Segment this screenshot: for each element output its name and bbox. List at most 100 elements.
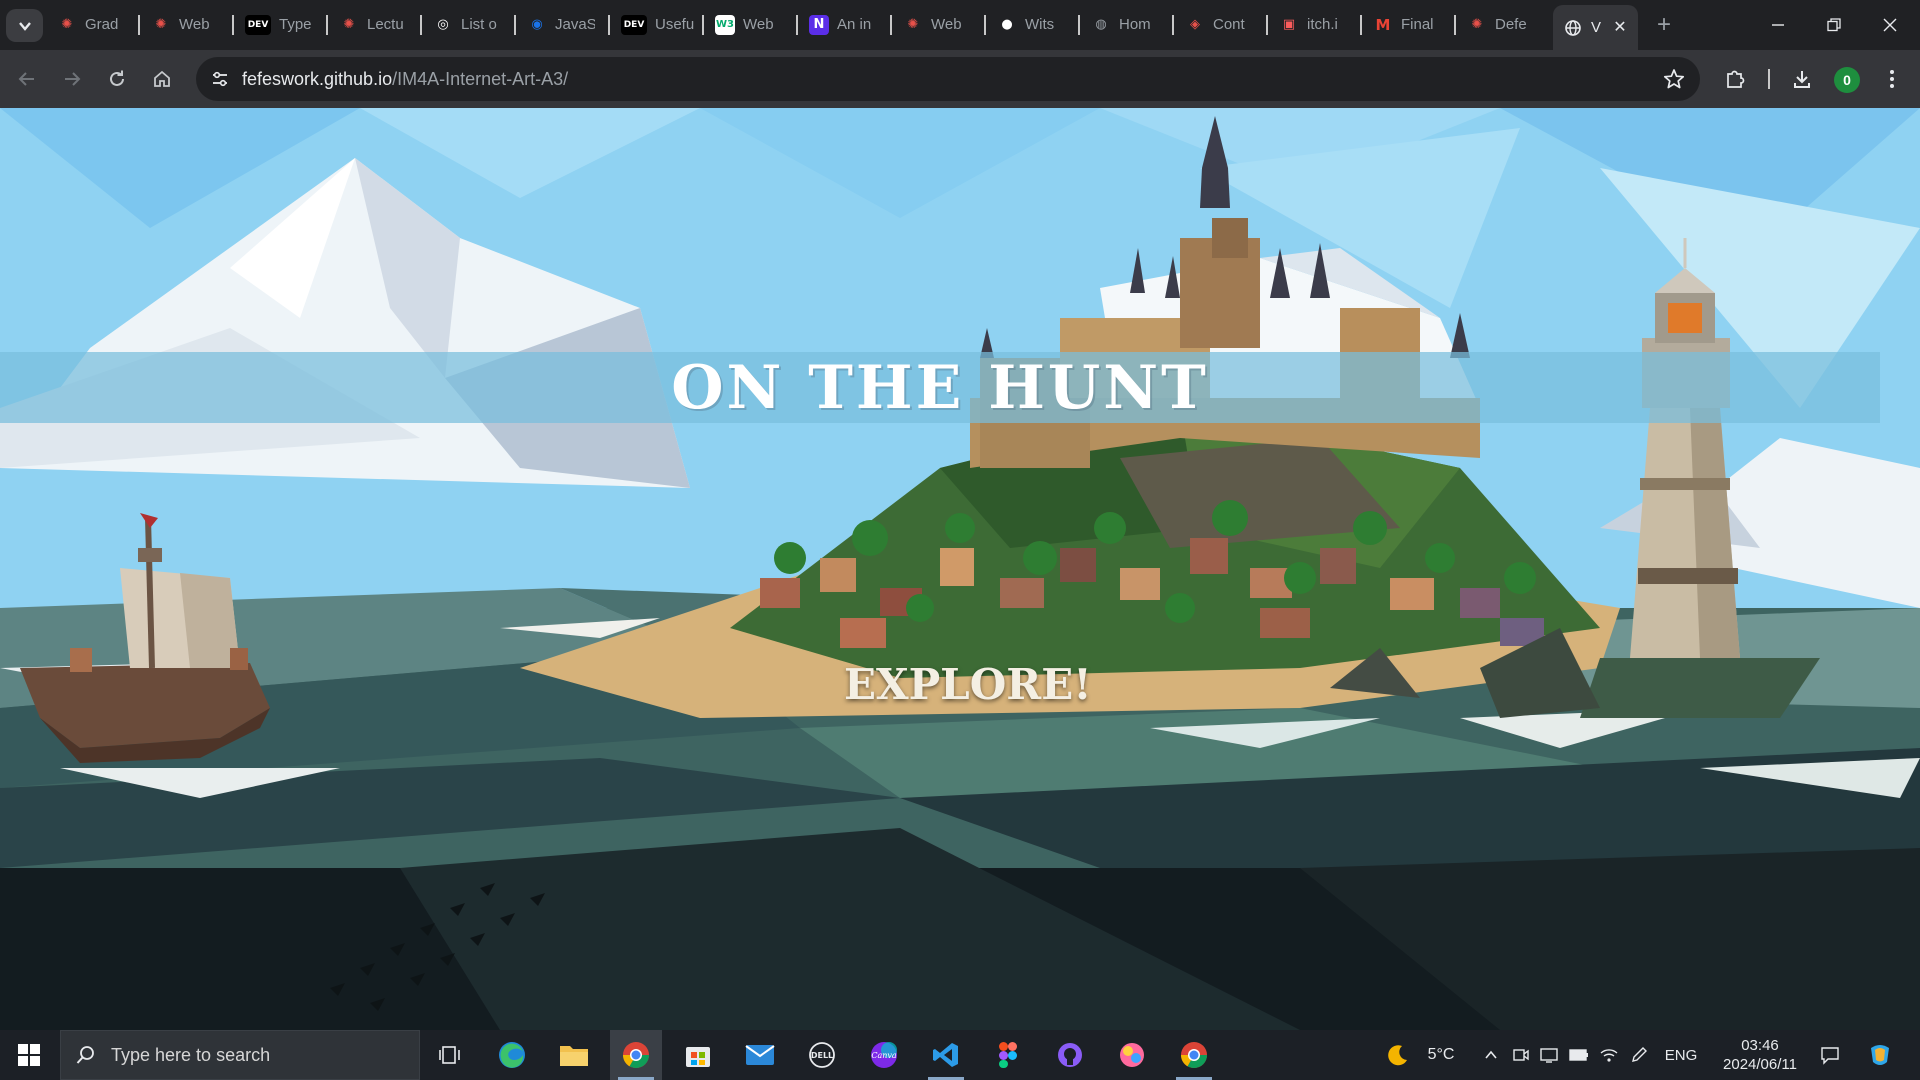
menu-button[interactable] xyxy=(1875,62,1909,96)
tab-title: Defe xyxy=(1495,16,1527,33)
tab-item[interactable]: ◈ Cont xyxy=(1175,6,1265,43)
figma-icon[interactable] xyxy=(982,1030,1034,1080)
extensions-button[interactable] xyxy=(1718,62,1752,96)
bookmark-star-icon[interactable] xyxy=(1662,67,1686,91)
tab-title: Web xyxy=(743,16,774,33)
battery-icon[interactable] xyxy=(1566,1030,1592,1080)
tab-item[interactable]: ✺ Web xyxy=(141,6,231,43)
tab-separator xyxy=(796,15,798,35)
mail-icon[interactable] xyxy=(734,1030,786,1080)
tab-separator xyxy=(608,15,610,35)
svg-text:DELL: DELL xyxy=(811,1051,833,1060)
url-text: fefeswork.github.io/IM4A-Internet-Art-A3… xyxy=(242,69,568,90)
start-button[interactable] xyxy=(0,1030,58,1080)
tab-search-button[interactable] xyxy=(6,9,43,42)
tab-item[interactable]: DEV Usefu xyxy=(611,6,701,43)
tab-title: itch.i xyxy=(1307,16,1338,33)
restore-icon xyxy=(1827,18,1841,32)
svg-text:Canva: Canva xyxy=(871,1051,897,1060)
tab-item[interactable]: ✺ Defe xyxy=(1457,6,1547,43)
tab-item[interactable]: DEV Type xyxy=(235,6,325,43)
tab-active[interactable]: V ✕ xyxy=(1553,5,1638,50)
language-indicator[interactable]: ENG xyxy=(1658,1030,1704,1080)
site-info-icon[interactable] xyxy=(208,67,232,91)
chatgpt-icon: ◎ xyxy=(437,17,449,32)
tab-title: Web xyxy=(179,16,210,33)
back-button[interactable] xyxy=(10,62,44,96)
reload-button[interactable] xyxy=(100,62,134,96)
task-view-icon[interactable] xyxy=(424,1030,476,1080)
tab-title: Type xyxy=(279,16,312,33)
close-icon[interactable]: ✕ xyxy=(1610,17,1630,37)
tab-separator xyxy=(702,15,704,35)
globe-icon: ◍ xyxy=(1095,17,1107,32)
file-explorer-icon[interactable] xyxy=(548,1030,600,1080)
canva-icon[interactable]: Canva xyxy=(858,1030,910,1080)
tab-item[interactable]: ◎ List o xyxy=(423,6,513,43)
tab-item[interactable]: ✺ Lectu xyxy=(329,6,419,43)
weather-moon-icon[interactable] xyxy=(1380,1030,1416,1080)
restore-button[interactable] xyxy=(1806,0,1862,50)
minimize-button[interactable] xyxy=(1750,0,1806,50)
asterisk-red-icon: ✺ xyxy=(155,17,167,32)
taskbar-search-box[interactable]: Type here to search xyxy=(60,1030,420,1080)
dell-icon[interactable]: DELL xyxy=(796,1030,848,1080)
home-button[interactable] xyxy=(145,62,179,96)
taskbar-clock[interactable]: 03:46 2024/06/11 xyxy=(1714,1036,1806,1074)
tab-item[interactable]: ✺ Web xyxy=(893,6,983,43)
arrow-right-icon xyxy=(65,72,81,86)
search-placeholder: Type here to search xyxy=(111,1044,271,1065)
minimize-icon xyxy=(1772,24,1784,26)
forward-button[interactable] xyxy=(55,62,89,96)
profile-avatar[interactable]: 0 xyxy=(1834,67,1860,93)
downloads-button[interactable] xyxy=(1785,62,1819,96)
store-icon[interactable] xyxy=(672,1030,724,1080)
copilot-icon[interactable] xyxy=(1860,1030,1900,1080)
pen-icon[interactable] xyxy=(1626,1030,1652,1080)
notifications-icon[interactable] xyxy=(1812,1030,1848,1080)
tab-separator xyxy=(890,15,892,35)
chrome-icon[interactable] xyxy=(610,1030,662,1080)
w3schools-icon: W3 xyxy=(715,14,735,35)
tab-item[interactable]: ◉ JavaS xyxy=(517,6,607,43)
weather-temp[interactable]: 5°C xyxy=(1416,1030,1466,1080)
explore-link[interactable]: EXPLORE! xyxy=(844,660,1092,709)
tab-item[interactable]: ▣ itch.i xyxy=(1269,6,1359,43)
tab-separator xyxy=(1078,15,1080,35)
github-desktop-icon[interactable] xyxy=(1044,1030,1096,1080)
paint-icon[interactable] xyxy=(1106,1030,1158,1080)
title-banner: ON THE HUNT xyxy=(0,352,1880,423)
display-icon[interactable] xyxy=(1536,1030,1562,1080)
tab-item[interactable]: ◍ Hom xyxy=(1081,6,1171,43)
meet-now-icon[interactable] xyxy=(1508,1030,1534,1080)
tab-title: Grad xyxy=(85,16,119,33)
close-window-button[interactable] xyxy=(1862,0,1918,50)
puzzle-icon xyxy=(1727,70,1745,88)
tab-item[interactable]: ✺ Grad xyxy=(47,6,137,43)
browser-toolbar: fefeswork.github.io/IM4A-Internet-Art-A3… xyxy=(0,50,1920,108)
tab-separator xyxy=(1360,15,1362,35)
vscode-icon[interactable] xyxy=(920,1030,972,1080)
screen: ✺ Grad ✺ Web DEV Type ✺ Lectu ◎ List o ◉ JavaS DEV Us… xyxy=(0,0,1920,1080)
edge-icon[interactable] xyxy=(486,1030,538,1080)
url-host: fefeswork.github.io xyxy=(242,69,393,89)
chevron-up-icon[interactable] xyxy=(1478,1030,1504,1080)
tab-title: Cont xyxy=(1213,16,1245,33)
tab-item[interactable]: M Final xyxy=(1363,6,1453,43)
tab-title: List o xyxy=(461,16,497,33)
tab-item[interactable]: W3 Web xyxy=(705,6,795,43)
toolbar-divider xyxy=(1768,69,1770,89)
dev-icon: DEV xyxy=(621,14,647,35)
page-title: ON THE HUNT xyxy=(671,352,1209,423)
home-icon xyxy=(154,70,170,87)
tab-item[interactable]: ● Wits xyxy=(987,6,1077,43)
wifi-icon[interactable] xyxy=(1596,1030,1622,1080)
chrome-icon[interactable] xyxy=(1168,1030,1220,1080)
address-bar[interactable]: fefeswork.github.io/IM4A-Internet-Art-A3… xyxy=(196,57,1700,101)
tab-item[interactable]: N An in xyxy=(799,6,889,43)
javascript-info-icon: ◉ xyxy=(531,17,543,32)
asterisk-red-icon: ✺ xyxy=(343,17,355,32)
clock-time: 03:46 xyxy=(1741,1037,1779,1054)
new-tab-button[interactable]: + xyxy=(1650,11,1678,39)
tab-separator xyxy=(138,15,140,35)
